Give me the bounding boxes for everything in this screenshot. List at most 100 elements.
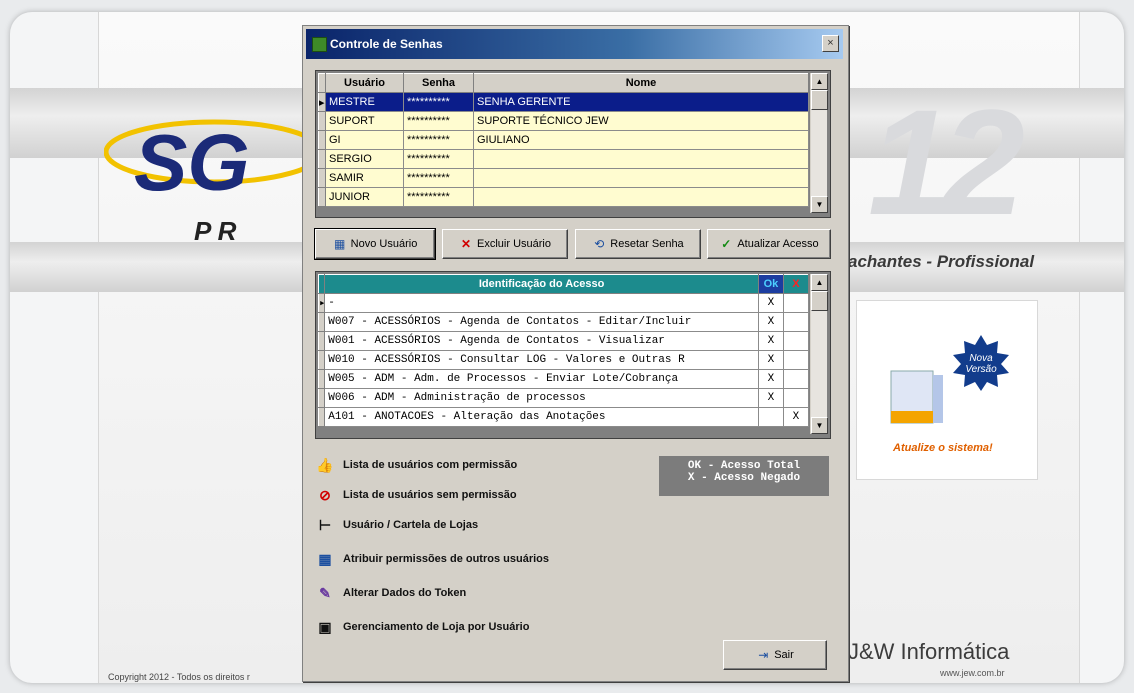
- scroll-down-arrow[interactable]: ▼: [811, 196, 828, 213]
- table-row[interactable]: ▸ - X: [317, 293, 810, 313]
- access-cell[interactable]: -: [324, 293, 759, 313]
- access-cell[interactable]: W001 - ACESSÓRIOS - Agenda de Contatos -…: [324, 331, 759, 351]
- access-cell[interactable]: A101 - ANOTACOES - Alteração das Anotaçõ…: [324, 407, 759, 427]
- option-users-without-permission[interactable]: ⊘ Lista de usuários sem permissão: [313, 482, 517, 508]
- x-cell[interactable]: [782, 312, 810, 332]
- store-icon: ▣: [318, 618, 332, 635]
- ok-cell[interactable]: [757, 407, 784, 427]
- table-row[interactable]: W007 - ACESSÓRIOS - Agenda de Contatos -…: [317, 312, 810, 332]
- option-assign-permissions[interactable]: ▦ Atribuir permissões de outros usuários: [313, 546, 549, 572]
- sg-logo: SG P R: [103, 100, 325, 260]
- update-promo[interactable]: Nova Versão Atualize o sistema!: [856, 300, 1038, 480]
- table-row[interactable]: A101 - ANOTACOES - Alteração das Anotaçõ…: [317, 407, 810, 427]
- col-ok-header[interactable]: Ok: [757, 274, 784, 294]
- option-user-store-card[interactable]: ⊢ Usuário / Cartela de Lojas: [313, 512, 478, 538]
- update-cta[interactable]: Atualize o sistema!: [893, 442, 993, 454]
- table-row[interactable]: W001 - ACESSÓRIOS - Agenda de Contatos -…: [317, 331, 810, 351]
- user-cell[interactable]: SAMIR: [325, 168, 404, 188]
- x-cell[interactable]: [782, 331, 810, 351]
- user-cell[interactable]: GI: [325, 130, 404, 150]
- x-cell[interactable]: [782, 369, 810, 389]
- title-bar[interactable]: Controle de Senhas ×: [306, 29, 843, 59]
- table-row[interactable]: SERGIO **********: [318, 149, 809, 169]
- password-cell[interactable]: **********: [403, 168, 474, 188]
- name-cell[interactable]: GIULIANO: [473, 130, 809, 150]
- x-cell[interactable]: [782, 388, 810, 408]
- new-user-button[interactable]: ▦ Novo Usuário: [314, 228, 436, 260]
- access-legend: OK - Acesso Total X - Acesso Negado: [659, 456, 829, 496]
- access-cell[interactable]: W007 - ACESSÓRIOS - Agenda de Contatos -…: [324, 312, 759, 332]
- legend-line-1: OK - Acesso Total: [687, 460, 801, 472]
- delete-user-button[interactable]: ✕ Excluir Usuário: [442, 229, 568, 259]
- table-row[interactable]: W006 - ADM - Administração de processos …: [317, 388, 810, 408]
- user-cell[interactable]: MESTRE: [325, 92, 404, 112]
- name-cell[interactable]: [473, 187, 809, 207]
- x-cell[interactable]: [782, 350, 810, 370]
- exit-button[interactable]: ⇥ Sair: [723, 640, 827, 670]
- ok-cell[interactable]: X: [757, 350, 784, 370]
- table-row[interactable]: SAMIR **********: [318, 168, 809, 188]
- option-change-token[interactable]: ✎ Alterar Dados do Token: [313, 580, 466, 606]
- tagline: achantes - Profissional: [848, 252, 1035, 271]
- access-scrollbar[interactable]: ▲ ▼: [810, 274, 828, 434]
- access-cell[interactable]: W005 - ADM - Adm. de Processos - Enviar …: [324, 369, 759, 389]
- col-user-header[interactable]: Usuário: [325, 73, 404, 93]
- copyright: Copyright 2012 - Todos os direitos r: [108, 672, 250, 682]
- table-row[interactable]: JUNIOR **********: [318, 187, 809, 207]
- ok-cell[interactable]: X: [757, 312, 784, 332]
- x-cell[interactable]: X: [782, 407, 810, 427]
- version-number: 12: [868, 78, 1025, 246]
- scroll-thumb[interactable]: [811, 291, 828, 311]
- scroll-down-arrow[interactable]: ▼: [811, 417, 828, 434]
- ok-cell[interactable]: X: [757, 388, 784, 408]
- password-cell[interactable]: **********: [403, 111, 474, 131]
- update-access-button[interactable]: ✓ Atualizar Acesso: [707, 229, 831, 259]
- ok-cell[interactable]: X: [757, 369, 784, 389]
- company-url: www.jew.com.br: [940, 668, 1005, 678]
- col-password-header[interactable]: Senha: [403, 73, 474, 93]
- table-row[interactable]: W005 - ADM - Adm. de Processos - Enviar …: [317, 369, 810, 389]
- scroll-up-arrow[interactable]: ▲: [811, 73, 828, 90]
- password-cell[interactable]: **********: [403, 130, 474, 150]
- scroll-up-arrow[interactable]: ▲: [811, 274, 828, 291]
- check-icon: ✓: [721, 237, 732, 251]
- scroll-thumb[interactable]: [811, 90, 828, 110]
- users-table: Usuário Senha Nome ▸ MESTRE ********** S…: [318, 73, 809, 207]
- col-name-header[interactable]: Nome: [473, 73, 809, 93]
- table-row[interactable]: ▸ MESTRE ********** SENHA GERENTE: [318, 92, 809, 112]
- row-indicator: ▸: [318, 92, 326, 112]
- password-cell[interactable]: **********: [403, 92, 474, 112]
- reset-icon: ⟲: [594, 237, 605, 251]
- token-icon: ✎: [319, 584, 331, 601]
- name-cell[interactable]: SUPORTE TÉCNICO JEW: [473, 111, 809, 131]
- name-cell[interactable]: SENHA GERENTE: [473, 92, 809, 112]
- user-cell[interactable]: SERGIO: [325, 149, 404, 169]
- option-users-with-permission[interactable]: 👍 Lista de usuários com permissão: [313, 452, 517, 478]
- name-cell[interactable]: [473, 168, 809, 188]
- badge-line2: Versão: [965, 364, 997, 375]
- ok-cell[interactable]: X: [757, 331, 784, 351]
- name-cell[interactable]: [473, 149, 809, 169]
- row-indicator-header: [318, 73, 326, 93]
- close-button[interactable]: ×: [822, 35, 839, 52]
- password-cell[interactable]: **********: [403, 187, 474, 207]
- table-row[interactable]: SUPORT ********** SUPORTE TÉCNICO JEW: [318, 111, 809, 131]
- access-cell[interactable]: W010 - ACESSÓRIOS - Consultar LOG - Valo…: [324, 350, 759, 370]
- user-cell[interactable]: JUNIOR: [325, 187, 404, 207]
- access-cell[interactable]: W006 - ADM - Administração de processos: [324, 388, 759, 408]
- x-cell[interactable]: [782, 293, 810, 313]
- table-row[interactable]: W010 - ACESSÓRIOS - Consultar LOG - Valo…: [317, 350, 810, 370]
- table-row[interactable]: GI ********** GIULIANO: [318, 130, 809, 150]
- tree-icon: ⊢: [318, 516, 332, 533]
- logo-sub-text: P R: [194, 216, 237, 246]
- new-version-badge: Nova Versão: [953, 335, 1009, 391]
- user-cell[interactable]: SUPORT: [325, 111, 404, 131]
- col-x-header[interactable]: X: [782, 274, 810, 294]
- ok-cell[interactable]: X: [757, 293, 784, 313]
- password-cell[interactable]: **********: [403, 149, 474, 169]
- col-access-header[interactable]: Identificação do Acesso: [324, 274, 759, 294]
- users-scrollbar[interactable]: ▲ ▼: [810, 73, 828, 213]
- delete-icon: ✕: [460, 237, 472, 251]
- reset-password-button[interactable]: ⟲ Resetar Senha: [575, 229, 701, 259]
- option-store-management[interactable]: ▣ Gerenciamento de Loja por Usuário: [313, 614, 529, 640]
